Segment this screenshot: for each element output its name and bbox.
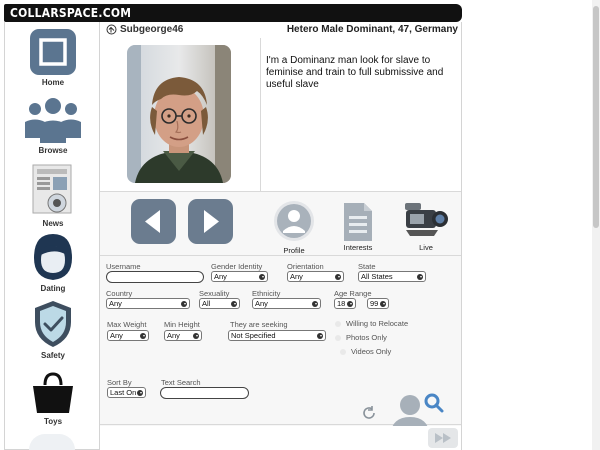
- shopping-bag-icon: [33, 372, 73, 413]
- next-button[interactable]: [188, 199, 233, 244]
- sidebar-item-browse[interactable]: Browse: [5, 96, 101, 155]
- country-select[interactable]: Any: [106, 298, 190, 309]
- sidebar-next-item-partial: [29, 434, 75, 450]
- age-range-label: Age Range: [334, 289, 372, 298]
- orientation-select[interactable]: Any: [287, 271, 344, 282]
- live-button-label: Live: [419, 243, 433, 252]
- profile-button[interactable]: Profile: [272, 199, 316, 255]
- interests-button-label: Interests: [343, 243, 373, 252]
- sidebar-item-news[interactable]: News: [5, 163, 101, 228]
- sexuality-label: Sexuality: [199, 289, 230, 298]
- videos-only-checkbox[interactable]: Videos Only: [340, 347, 391, 356]
- sort-by-label: Sort By: [107, 378, 132, 387]
- main-panel: Subgeorge46 Hetero Male Dominant, 47, Ge…: [99, 22, 462, 450]
- video-camera-icon: [405, 203, 448, 236]
- gender-identity-label: Gender Identity: [211, 262, 263, 271]
- min-height-label: Min Height: [164, 320, 200, 329]
- sidebar-item-label: Home: [41, 78, 65, 87]
- results-strip: [100, 426, 461, 450]
- sidebar-item-label: Toys: [43, 417, 63, 426]
- sidebar-item-label: Safety: [40, 351, 65, 360]
- text-search-label: Text Search: [161, 378, 201, 387]
- profile-about: I'm a Dominanz man look for slave to fem…: [266, 55, 444, 90]
- sidebar-item-label: News: [42, 219, 64, 228]
- profile-photo[interactable]: [127, 45, 231, 183]
- ethnicity-label: Ethnicity: [252, 289, 281, 298]
- sidebar-item-toys[interactable]: Toys: [5, 371, 101, 426]
- age-max-select[interactable]: 99: [367, 298, 389, 309]
- profile-username[interactable]: Subgeorge46: [120, 24, 183, 35]
- scrollbar-thumb[interactable]: [593, 6, 599, 228]
- sexuality-select[interactable]: All: [199, 298, 240, 309]
- shield-icon: [35, 301, 71, 347]
- ethnicity-select[interactable]: Any: [252, 298, 321, 309]
- site-header: COLLARSPACE.COM: [4, 4, 462, 22]
- sidebar: Home Browse News Dating Safety Toys: [4, 22, 100, 450]
- interests-button[interactable]: Interests: [336, 199, 380, 255]
- age-min-select[interactable]: 18: [334, 298, 356, 309]
- fast-forward-button[interactable]: [428, 428, 458, 448]
- photo-pane: [100, 38, 261, 192]
- state-select[interactable]: All States: [358, 271, 426, 282]
- username-label: Username: [106, 262, 141, 271]
- about-pane: I'm a Dominanz man look for slave to fem…: [261, 38, 461, 192]
- sidebar-item-dating[interactable]: Dating: [5, 232, 101, 293]
- people-icon: [25, 98, 81, 143]
- relocate-checkbox[interactable]: Willing to Relocate: [335, 319, 408, 328]
- status-icon: [106, 24, 117, 35]
- arrow-left-icon: [145, 210, 160, 233]
- woman-icon: [34, 234, 72, 280]
- home-icon: [30, 29, 76, 75]
- seeking-label: They are seeking: [230, 320, 288, 329]
- state-label: State: [358, 262, 376, 271]
- profile-controls: Profile Interests Live: [100, 193, 461, 256]
- reset-button[interactable]: [360, 404, 378, 422]
- site-logo[interactable]: COLLARSPACE.COM: [10, 5, 131, 20]
- sidebar-item-label: Browse: [38, 146, 68, 155]
- sidebar-item-home[interactable]: Home: [5, 28, 101, 87]
- gender-identity-select[interactable]: Any: [211, 271, 268, 282]
- newspaper-icon: [32, 164, 72, 214]
- page-scrollbar[interactable]: [592, 0, 600, 450]
- photos-only-checkbox[interactable]: Photos Only: [335, 333, 387, 342]
- search-form: Username Gender Identity Any Orientation…: [100, 257, 461, 435]
- sidebar-item-label: Dating: [40, 284, 66, 293]
- orientation-label: Orientation: [287, 262, 324, 271]
- text-search-input[interactable]: [160, 387, 249, 399]
- refresh-icon: [363, 406, 375, 419]
- seeking-select[interactable]: Not Specified: [228, 330, 326, 341]
- profile-headline: Hetero Male Dominant, 47, Germany: [286, 24, 458, 35]
- profile-button-label: Profile: [283, 246, 305, 255]
- arrow-right-icon: [204, 210, 219, 233]
- sort-by-select[interactable]: Last On: [107, 387, 146, 398]
- fast-forward-icon: [435, 433, 451, 443]
- country-label: Country: [106, 289, 133, 298]
- document-icon: [344, 203, 372, 241]
- min-height-select[interactable]: Any: [164, 330, 202, 341]
- profile-header: Subgeorge46 Hetero Male Dominant, 47, Ge…: [100, 22, 461, 38]
- previous-button[interactable]: [131, 199, 176, 244]
- live-button[interactable]: Live: [402, 196, 450, 254]
- username-input[interactable]: [106, 271, 204, 283]
- max-weight-select[interactable]: Any: [107, 330, 149, 341]
- sidebar-item-safety[interactable]: Safety: [5, 299, 101, 360]
- profile-icon: [274, 201, 314, 241]
- max-weight-label: Max Weight: [107, 320, 147, 329]
